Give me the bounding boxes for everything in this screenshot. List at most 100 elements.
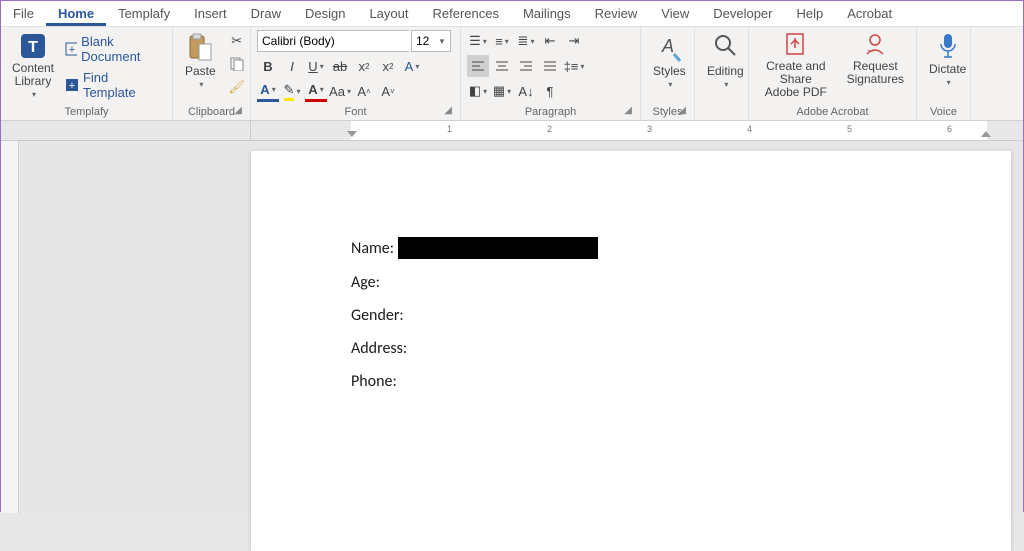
ruler-tick-2: 2 bbox=[547, 124, 552, 134]
svg-text:+: + bbox=[69, 44, 75, 56]
font-dialog-launcher[interactable]: ◢ bbox=[444, 105, 452, 116]
font-name-input[interactable] bbox=[258, 31, 421, 51]
sort-button[interactable]: A↓ bbox=[515, 80, 537, 102]
line-spacing-icon: ‡≡ bbox=[564, 59, 579, 74]
plus-document-icon: + bbox=[65, 42, 77, 56]
content-library-button[interactable]: T Content Library▾ bbox=[7, 30, 59, 101]
group-font: ▼ ▼ B I U▾ ab x2 x2 A▾ A▾ ✎▾ A▾ Aa▾ bbox=[251, 27, 461, 120]
chevron-down-icon: ▼ bbox=[434, 37, 450, 46]
increase-indent-button[interactable]: ⇥ bbox=[563, 30, 585, 52]
tab-help[interactable]: Help bbox=[785, 2, 836, 25]
tab-mailings[interactable]: Mailings bbox=[511, 2, 583, 25]
group-voice: Dictate▾ Voice bbox=[917, 27, 971, 120]
cut-button[interactable]: ✂ bbox=[226, 30, 248, 52]
grow-font-button[interactable]: A˄ bbox=[353, 80, 375, 102]
tab-templafy[interactable]: Templafy bbox=[106, 2, 182, 25]
outdent-icon: ⇤ bbox=[545, 33, 556, 49]
dictate-button[interactable]: Dictate▾ bbox=[923, 30, 972, 89]
ruler-tick-4: 4 bbox=[747, 124, 752, 134]
border-icon: ▦ bbox=[493, 83, 505, 99]
label-age: Age: bbox=[351, 273, 380, 292]
svg-text:+: + bbox=[69, 80, 75, 92]
align-right-icon bbox=[520, 61, 532, 71]
font-color-button[interactable]: A▾ bbox=[305, 80, 327, 102]
borders-button[interactable]: ▦▾ bbox=[491, 80, 513, 102]
label-name: Name: bbox=[351, 239, 394, 258]
bullets-button[interactable]: ☰▾ bbox=[467, 30, 489, 52]
superscript-button[interactable]: x2 bbox=[377, 55, 399, 77]
horizontal-ruler[interactable]: 1 2 3 4 5 6 bbox=[1, 121, 1023, 141]
line-gender: Gender: bbox=[351, 306, 911, 325]
styles-dialog-launcher[interactable]: ◢ bbox=[678, 105, 686, 116]
tab-acrobat[interactable]: Acrobat bbox=[835, 2, 904, 25]
show-marks-button[interactable]: ¶ bbox=[539, 80, 561, 102]
text-effects-button[interactable]: A▾ bbox=[401, 55, 423, 77]
italic-button[interactable]: I bbox=[281, 55, 303, 77]
decrease-indent-button[interactable]: ⇤ bbox=[539, 30, 561, 52]
group-editing: Editing▾ bbox=[695, 27, 749, 120]
change-case-button[interactable]: Aa▾ bbox=[329, 80, 351, 102]
group-label-voice: Voice bbox=[923, 105, 964, 119]
copy-icon bbox=[230, 57, 244, 71]
multilevel-button[interactable]: ≣▾ bbox=[515, 30, 537, 52]
align-left-button[interactable] bbox=[467, 55, 489, 77]
align-right-button[interactable] bbox=[515, 55, 537, 77]
styles-button[interactable]: A Styles▾ bbox=[647, 30, 692, 91]
paste-button[interactable]: Paste▾ bbox=[179, 30, 222, 91]
tab-references[interactable]: References bbox=[420, 2, 510, 25]
tab-home[interactable]: Home bbox=[46, 2, 106, 26]
shrink-font-button[interactable]: A˅ bbox=[377, 80, 399, 102]
numbering-button[interactable]: ≡▾ bbox=[491, 30, 513, 52]
shading-button[interactable]: ◧▾ bbox=[467, 80, 489, 102]
tab-review[interactable]: Review bbox=[583, 2, 650, 25]
group-label-font: Font◢ bbox=[257, 105, 454, 119]
copy-button[interactable] bbox=[226, 53, 248, 75]
right-indent-marker[interactable] bbox=[981, 131, 991, 137]
justify-icon bbox=[544, 61, 556, 71]
paragraph-dialog-launcher[interactable]: ◢ bbox=[624, 105, 632, 116]
search-icon bbox=[712, 32, 738, 62]
request-signatures-button[interactable]: Request Signatures bbox=[841, 30, 910, 88]
align-left-icon bbox=[472, 61, 484, 71]
highlight-button[interactable]: ✎▾ bbox=[281, 80, 303, 102]
vertical-ruler[interactable] bbox=[1, 141, 19, 513]
tab-insert[interactable]: Insert bbox=[182, 2, 239, 25]
pilcrow-icon: ¶ bbox=[547, 84, 554, 99]
blank-document-button[interactable]: + Blank Document bbox=[63, 32, 166, 66]
align-center-button[interactable] bbox=[491, 55, 513, 77]
indent-marker[interactable] bbox=[347, 131, 357, 137]
clipboard-dialog-launcher[interactable]: ◢ bbox=[234, 105, 242, 116]
group-templafy: T Content Library▾ + Blank Document + Fi… bbox=[1, 27, 173, 120]
editing-button[interactable]: Editing▾ bbox=[701, 30, 750, 91]
format-painter-button[interactable]: 🖌 bbox=[226, 76, 248, 98]
line-spacing-button[interactable]: ‡≡▾ bbox=[563, 55, 585, 77]
tab-layout[interactable]: Layout bbox=[357, 2, 420, 25]
multilevel-icon: ≣ bbox=[518, 33, 529, 49]
strikethrough-button[interactable]: ab bbox=[329, 55, 351, 77]
group-label-editing bbox=[701, 117, 742, 119]
ruler-tick-5: 5 bbox=[847, 124, 852, 134]
group-styles: A Styles▾ Styles◢ bbox=[641, 27, 695, 120]
bold-button[interactable]: B bbox=[257, 55, 279, 77]
tab-view[interactable]: View bbox=[649, 2, 701, 25]
ribbon: T Content Library▾ + Blank Document + Fi… bbox=[1, 27, 1023, 121]
underline-button[interactable]: U▾ bbox=[305, 55, 327, 77]
subscript-button[interactable]: x2 bbox=[353, 55, 375, 77]
tab-file[interactable]: File bbox=[1, 2, 46, 25]
font-size-input[interactable] bbox=[412, 31, 434, 51]
indent-icon: ⇥ bbox=[569, 33, 580, 49]
find-template-button[interactable]: + Find Template bbox=[63, 68, 166, 102]
tab-developer[interactable]: Developer bbox=[701, 2, 784, 25]
page[interactable]: Name: Age: Gender: Address: Phone: bbox=[251, 151, 1011, 551]
font-name-combo[interactable]: ▼ bbox=[257, 30, 409, 52]
line-address: Address: bbox=[351, 339, 911, 358]
tab-design[interactable]: Design bbox=[293, 2, 357, 25]
font-color-a-button[interactable]: A▾ bbox=[257, 80, 279, 102]
justify-button[interactable] bbox=[539, 55, 561, 77]
line-name: Name: bbox=[351, 237, 911, 259]
create-share-pdf-button[interactable]: Create and Share Adobe PDF bbox=[755, 30, 837, 102]
tab-draw[interactable]: Draw bbox=[239, 2, 293, 25]
scissors-icon: ✂ bbox=[231, 33, 242, 49]
font-size-combo[interactable]: ▼ bbox=[411, 30, 451, 52]
group-label-templafy: Templafy bbox=[7, 105, 166, 119]
